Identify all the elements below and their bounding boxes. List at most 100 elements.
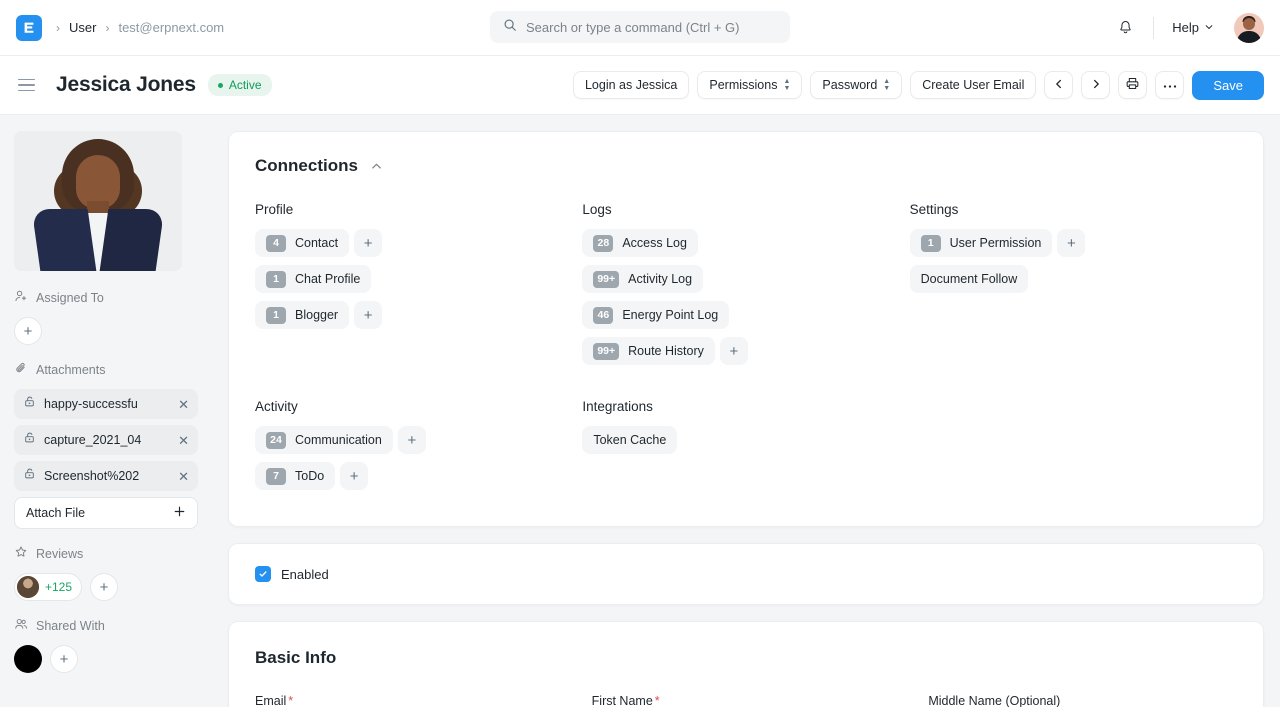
add-contact-button[interactable]: + <box>354 229 382 257</box>
required-marker: * <box>288 694 293 707</box>
create-user-email-button[interactable]: Create User Email <box>910 71 1036 99</box>
checkmark-icon <box>258 569 268 579</box>
users-icon <box>14 617 28 634</box>
reviews-label: Reviews <box>36 547 83 561</box>
connections-title: Connections <box>255 156 358 176</box>
link-activity-log[interactable]: 99+ Activity Log <box>582 265 703 293</box>
avatar[interactable] <box>1234 13 1264 43</box>
link-user-permission[interactable]: 1 User Permission <box>910 229 1053 257</box>
print-button[interactable] <box>1118 71 1147 99</box>
page-header: Jessica Jones Active Login as Jessica Pe… <box>0 56 1280 115</box>
basic-info-card: Basic Info Email* First Name* Middl <box>228 621 1264 707</box>
unlock-icon <box>23 431 36 449</box>
link-todo[interactable]: 7 ToDo <box>255 462 335 490</box>
reviews-avatars: +125 + <box>14 573 198 601</box>
link-label: Contact <box>295 236 338 250</box>
chevron-updown-icon: ▲▼ <box>883 79 890 91</box>
close-icon[interactable]: ✕ <box>178 434 189 447</box>
link-label: Blogger <box>295 308 338 322</box>
page-body: Assigned To + Attachments <box>0 115 1280 707</box>
connections-card: Connections Profile 4 Contact <box>228 131 1264 527</box>
link-energy-point-log[interactable]: 46 Energy Point Log <box>582 301 729 329</box>
add-route-history-button[interactable]: + <box>720 337 748 365</box>
connection-link-row: 46 Energy Point Log <box>582 301 909 329</box>
help-menu[interactable]: Help <box>1166 15 1220 40</box>
paperclip-icon <box>14 361 28 378</box>
attachment-name: capture_2021_04 <box>44 433 170 447</box>
link-label: Communication <box>295 433 382 447</box>
chevron-up-icon[interactable] <box>370 160 383 173</box>
main-content: Connections Profile 4 Contact <box>212 115 1280 707</box>
prev-record-button[interactable] <box>1044 71 1073 99</box>
enabled-label: Enabled <box>281 567 329 582</box>
attach-file-button[interactable]: Attach File <box>14 497 198 529</box>
search-box[interactable] <box>490 11 790 43</box>
enabled-checkbox[interactable] <box>255 566 271 582</box>
group-title: Logs <box>582 202 909 217</box>
attachment-item[interactable]: capture_2021_04 ✕ <box>14 425 198 455</box>
link-count-badge: 99+ <box>593 271 619 288</box>
page-actions: Login as Jessica Permissions ▲▼ Password… <box>573 71 1264 100</box>
add-blogger-button[interactable]: + <box>354 301 382 329</box>
connection-link-row: 99+ Route History + <box>582 337 909 365</box>
link-count-badge: 4 <box>266 235 286 252</box>
link-communication[interactable]: 24 Communication <box>255 426 393 454</box>
erpnext-logo-icon[interactable] <box>16 15 42 41</box>
ellipsis-icon <box>1163 78 1177 92</box>
permissions-button[interactable]: Permissions ▲▼ <box>697 71 802 99</box>
navbar-divider <box>1153 17 1154 39</box>
hamburger-bar <box>18 79 35 81</box>
more-actions-button[interactable] <box>1155 71 1184 99</box>
breadcrumb: › User › test@erpnext.com <box>56 20 224 35</box>
link-access-log[interactable]: 28 Access Log <box>582 229 698 257</box>
close-icon[interactable]: ✕ <box>178 470 189 483</box>
notification-bell-icon[interactable] <box>1109 12 1141 44</box>
link-blogger[interactable]: 1 Blogger <box>255 301 349 329</box>
user-profile-photo[interactable] <box>14 131 182 271</box>
connection-link-row: 24 Communication + <box>255 426 582 454</box>
connection-group-profile: Profile 4 Contact + 1 Chat Profile <box>255 202 582 373</box>
breadcrumb-separator-1: › <box>56 22 60 34</box>
reviews-section: Reviews +125 + <box>14 545 198 601</box>
link-contact[interactable]: 4 Contact <box>255 229 349 257</box>
field-label-text: Email <box>255 694 286 707</box>
connections-header: Connections <box>255 156 1237 176</box>
save-button[interactable]: Save <box>1192 71 1264 100</box>
attachment-name: Screenshot%202 <box>44 469 170 483</box>
required-marker: * <box>655 694 660 707</box>
link-token-cache[interactable]: Token Cache <box>582 426 677 454</box>
link-count-badge: 1 <box>266 271 286 288</box>
close-icon[interactable]: ✕ <box>178 398 189 411</box>
status-badge-label: Active <box>229 78 262 92</box>
add-assignment-button[interactable]: + <box>14 317 42 345</box>
link-route-history[interactable]: 99+ Route History <box>582 337 715 365</box>
next-record-button[interactable] <box>1081 71 1110 99</box>
breadcrumb-item-user[interactable]: User <box>69 20 96 35</box>
permissions-label: Permissions <box>709 78 777 92</box>
link-label: Route History <box>628 344 704 358</box>
connection-group-activity: Activity 24 Communication + 7 ToDo <box>255 399 582 498</box>
link-document-follow[interactable]: Document Follow <box>910 265 1029 293</box>
hamburger-menu-icon[interactable] <box>16 72 42 98</box>
group-title: Settings <box>910 202 1237 217</box>
shared-with-label: Shared With <box>36 619 105 633</box>
basic-info-fields: Email* First Name* Middle Name (Optional… <box>255 694 1237 707</box>
attachments-header: Attachments <box>14 361 198 378</box>
connection-link-row: 28 Access Log <box>582 229 909 257</box>
add-user-permission-button[interactable]: + <box>1057 229 1085 257</box>
search-input[interactable] <box>526 20 777 35</box>
attachments-section: Attachments happy-successfu ✕ <box>14 361 198 529</box>
add-share-button[interactable]: + <box>50 645 78 673</box>
review-count: +125 <box>45 580 72 594</box>
attachment-item[interactable]: happy-successfu ✕ <box>14 389 198 419</box>
add-review-button[interactable]: + <box>90 573 118 601</box>
add-todo-button[interactable]: + <box>340 462 368 490</box>
connection-group-logs: Logs 28 Access Log 99+ Activity Log <box>582 202 909 373</box>
login-as-button[interactable]: Login as Jessica <box>573 71 689 99</box>
attachment-item[interactable]: Screenshot%202 ✕ <box>14 461 198 491</box>
password-button[interactable]: Password ▲▼ <box>810 71 902 99</box>
shared-user-avatar[interactable] <box>14 645 42 673</box>
add-communication-button[interactable]: + <box>398 426 426 454</box>
link-chat-profile[interactable]: 1 Chat Profile <box>255 265 371 293</box>
review-count-pill[interactable]: +125 <box>14 573 82 601</box>
